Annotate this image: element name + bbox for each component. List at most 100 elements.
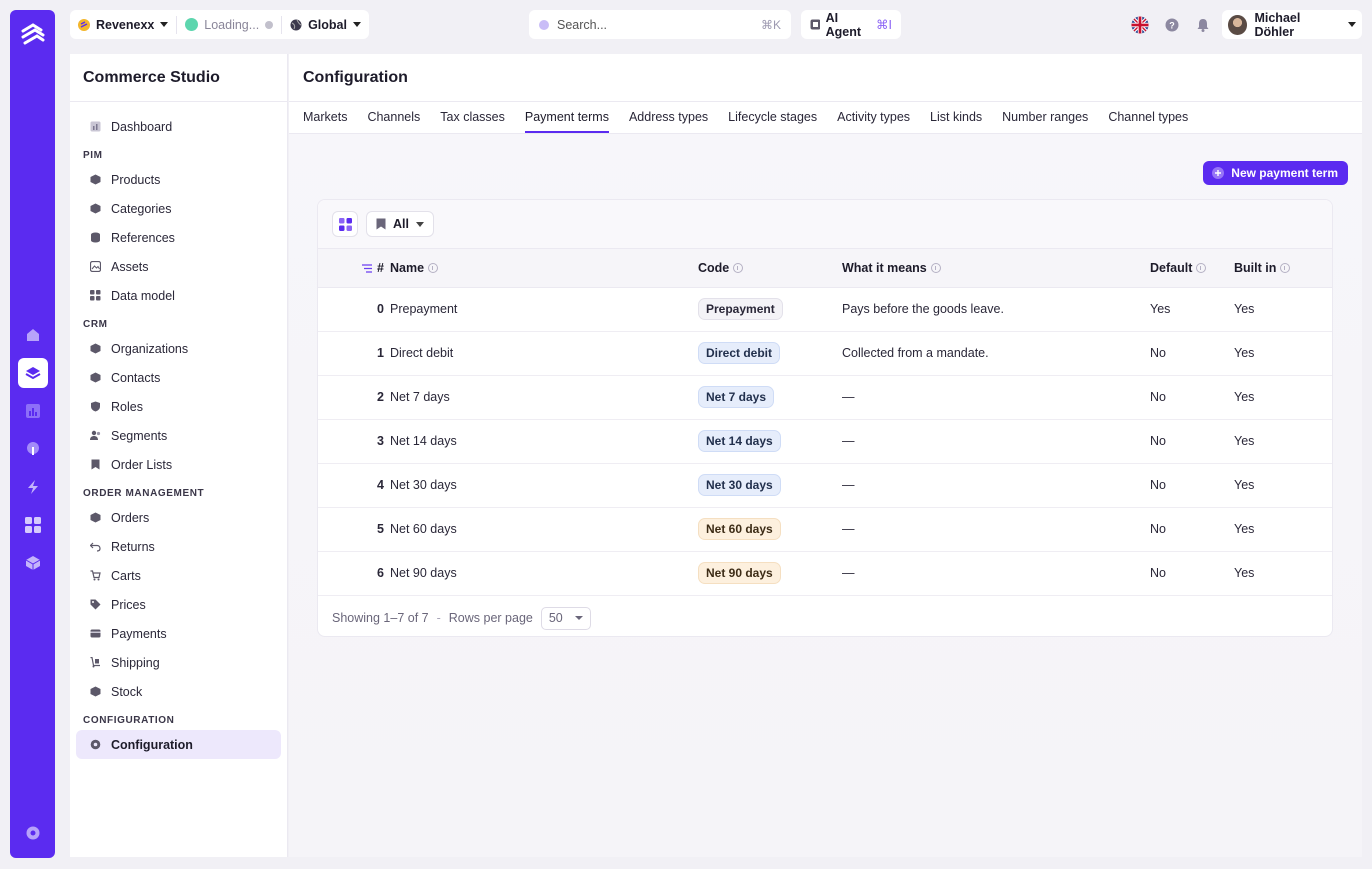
sidebar-section-order-management: ORDER MANAGEMENT <box>83 488 205 499</box>
sidebar-item-assets[interactable]: Assets <box>76 252 281 281</box>
sidebar-section-crm: CRM <box>83 319 108 330</box>
sidebar-item-label: Assets <box>111 259 149 274</box>
rail-cube-icon[interactable] <box>18 548 48 578</box>
search-placeholder: Search... <box>557 17 608 32</box>
code-badge: Net 60 days <box>698 518 781 540</box>
database-icon <box>90 232 101 243</box>
status-dot-icon <box>185 18 199 31</box>
tab-tax-classes[interactable]: Tax classes <box>440 110 505 133</box>
logo-icon[interactable] <box>18 20 48 50</box>
code-badge: Net 14 days <box>698 430 781 452</box>
sidebar-item-label: Products <box>111 172 161 187</box>
table-row[interactable]: 4 Net 30 days Net 30 days — No Yes <box>318 463 1332 508</box>
row-code-cell: Prepayment <box>698 287 842 332</box>
sidebar-item-products[interactable]: Products <box>76 165 281 194</box>
rail-apps-icon[interactable] <box>18 510 48 540</box>
tab-channels[interactable]: Channels <box>367 110 420 133</box>
sidebar-item-stock[interactable]: Stock <box>76 677 281 706</box>
row-builtin: Yes <box>1234 507 1332 552</box>
status-small-dot-icon <box>265 20 274 29</box>
tab-list-kinds[interactable]: List kinds <box>930 110 982 133</box>
row-name: Net 14 days <box>390 419 698 464</box>
table-row[interactable]: 1 Direct debit Direct debit Collected fr… <box>318 331 1332 376</box>
workspace-dropdown[interactable]: Revenexx <box>70 10 176 39</box>
new-payment-term-button[interactable]: New payment term <box>1203 161 1348 185</box>
app-title: Commerce Studio <box>70 54 287 102</box>
column-header-name[interactable]: Name <box>390 249 698 288</box>
sidebar-item-references[interactable]: References <box>76 223 281 252</box>
chevron-down-icon <box>574 616 583 620</box>
sidebar-item-roles[interactable]: Roles <box>76 392 281 421</box>
page-title: Configuration <box>289 54 1362 102</box>
sidebar-item-label: Segments <box>111 428 168 443</box>
search-input[interactable]: Search... ⌘K <box>529 10 791 39</box>
rows-per-page-select[interactable]: 50 <box>540 606 591 630</box>
sidebar-item-order-lists[interactable]: Order Lists <box>76 450 281 479</box>
row-code-cell: Net 7 days <box>698 375 842 420</box>
code-badge: Net 30 days <box>698 474 781 496</box>
tab-activity-types[interactable]: Activity types <box>837 110 910 133</box>
row-code-cell: Direct debit <box>698 331 842 376</box>
rail-home-icon[interactable] <box>18 320 48 350</box>
code-badge: Prepayment <box>698 298 783 320</box>
sidebar-item-configuration[interactable]: Configuration <box>76 730 281 759</box>
new-payment-term-label: New payment term <box>1231 166 1338 180</box>
tab-payment-terms[interactable]: Payment terms <box>524 110 609 133</box>
tab-address-types[interactable]: Address types <box>629 110 708 133</box>
payment-terms-table: # Name Code What it means Default Built … <box>318 249 1332 596</box>
workspace-name: Revenexx <box>96 17 155 32</box>
row-name: Net 60 days <box>390 507 698 552</box>
status-indicator[interactable]: Loading... <box>177 10 281 39</box>
sidebar-item-carts[interactable]: Carts <box>76 561 281 590</box>
filter-dropdown[interactable]: All <box>366 211 434 237</box>
settings-gear-icon[interactable] <box>18 818 48 848</box>
pagination: Showing 1–7 of 7 - Rows per page 50 <box>318 596 1332 637</box>
sidebar-item-orders[interactable]: Orders <box>76 503 281 532</box>
sidebar-item-organizations[interactable]: Organizations <box>76 334 281 363</box>
column-header-code[interactable]: Code <box>698 249 842 288</box>
sidebar-item-label: Shipping <box>111 655 160 670</box>
column-header-meaning[interactable]: What it means <box>842 249 1150 288</box>
user-menu[interactable]: Michael Döhler <box>1222 10 1362 39</box>
table-row[interactable]: 3 Net 14 days Net 14 days — No Yes <box>318 419 1332 464</box>
table-row[interactable]: 0 Prepayment Prepayment Pays before the … <box>318 287 1332 332</box>
region-dropdown[interactable]: Global <box>282 10 369 39</box>
table-row[interactable]: 5 Net 60 days Net 60 days — No Yes <box>318 507 1332 552</box>
image-icon <box>90 261 101 272</box>
ai-agent-button[interactable]: AI Agent ⌘I <box>801 10 901 39</box>
rail-location-icon[interactable] <box>18 434 48 464</box>
rail-chart-icon[interactable] <box>18 396 48 426</box>
rail-layers-icon[interactable] <box>17 358 48 388</box>
sidebar-item-dashboard[interactable]: Dashboard <box>76 112 281 141</box>
table-toolbar: All <box>318 200 1332 249</box>
row-default: No <box>1150 463 1234 508</box>
rail-bolt-icon[interactable] <box>18 472 48 502</box>
sidebar-item-label: Roles <box>111 399 143 414</box>
column-header-builtin[interactable]: Built in <box>1234 249 1332 288</box>
sidebar-item-categories[interactable]: Categories <box>76 194 281 223</box>
table-row[interactable]: 2 Net 7 days Net 7 days — No Yes <box>318 375 1332 420</box>
row-default: No <box>1150 551 1234 596</box>
sidebar-item-segments[interactable]: Segments <box>76 421 281 450</box>
tab-channel-types[interactable]: Channel types <box>1108 110 1188 133</box>
tab-number-ranges[interactable]: Number ranges <box>1002 110 1088 133</box>
tab-markets[interactable]: Markets <box>303 110 347 133</box>
table-row[interactable]: 6 Net 90 days Net 90 days — No Yes <box>318 551 1332 596</box>
sidebar-item-payments[interactable]: Payments <box>76 619 281 648</box>
view-toggle-button[interactable] <box>332 211 358 237</box>
pagination-summary: Showing 1–7 of 7 <box>332 611 429 625</box>
sidebar-item-data-model[interactable]: Data model <box>76 281 281 310</box>
sidebar-item-prices[interactable]: Prices <box>76 590 281 619</box>
row-meaning: — <box>842 375 1150 420</box>
column-header-index[interactable]: # <box>318 249 390 288</box>
sidebar-item-shipping[interactable]: Shipping <box>76 648 281 677</box>
bell-icon[interactable] <box>1194 16 1212 34</box>
sidebar: Commerce Studio Dashboard PIM Products C… <box>70 54 288 857</box>
help-icon[interactable]: ? <box>1163 16 1181 34</box>
sidebar-item-returns[interactable]: Returns <box>76 532 281 561</box>
sidebar-item-contacts[interactable]: Contacts <box>76 363 281 392</box>
tab-lifecycle-stages[interactable]: Lifecycle stages <box>728 110 817 133</box>
language-flag-icon[interactable] <box>1131 16 1149 34</box>
row-builtin: Yes <box>1234 331 1332 376</box>
column-header-default[interactable]: Default <box>1150 249 1234 288</box>
